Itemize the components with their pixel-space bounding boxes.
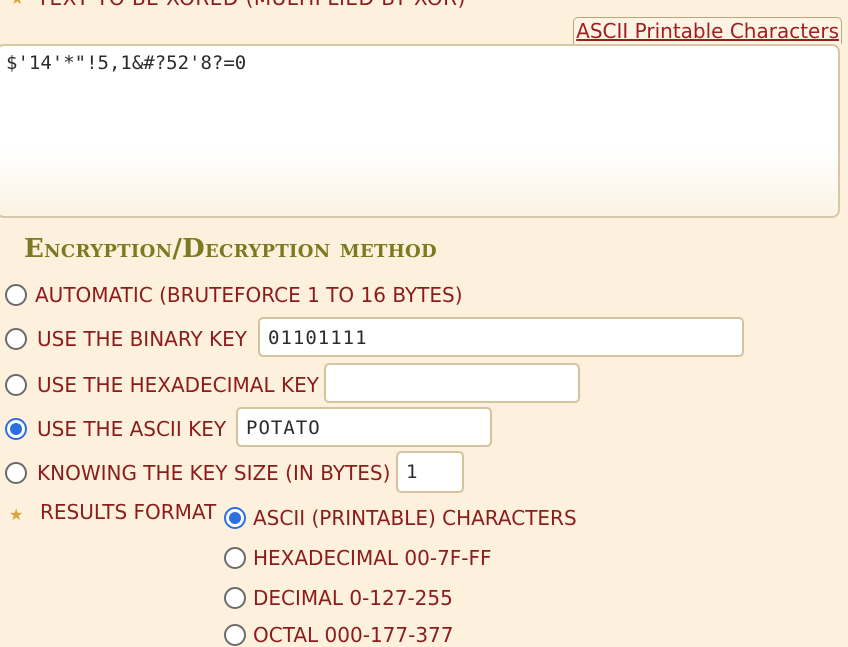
results-option-ascii[interactable]: ASCII (PRINTABLE) CHARACTERS (224, 506, 577, 530)
star-icon: ★ (10, 0, 25, 8)
results-option-hex-label: HEXADECIMAL 00-7F-FF (253, 546, 492, 570)
option-hex-key-label: USE THE HEXADECIMAL KEY (37, 373, 319, 397)
hex-key-input[interactable] (324, 363, 580, 403)
method-section-title: Encryption/Decryption method (24, 234, 437, 264)
xor-text-input[interactable]: $'14'*"!5,1&#?52'8?=0 (0, 44, 840, 218)
option-ascii-key[interactable]: USE THE ASCII KEY (5, 417, 226, 441)
results-option-octal-label: OCTAL 000-177-377 (253, 623, 454, 647)
results-option-decimal-label: DECIMAL 0-127-255 (253, 586, 453, 610)
radio-ascii-key[interactable] (5, 418, 27, 440)
results-format-label: RESULTS FORMAT (40, 500, 217, 524)
radio-binary-key[interactable] (5, 328, 27, 350)
key-size-input[interactable]: 1 (396, 451, 464, 493)
results-option-octal[interactable]: OCTAL 000-177-377 (224, 623, 454, 647)
ascii-printable-link[interactable]: ASCII Printable Characters (573, 17, 842, 44)
input-header-label: TEXT TO BE XORED (MULTIPLIED BY XOR) (37, 0, 466, 10)
radio-results-octal[interactable] (224, 624, 246, 646)
option-automatic-label: AUTOMATIC (BRUTEFORCE 1 TO 16 BYTES) (35, 283, 463, 307)
option-hex-key[interactable]: USE THE HEXADECIMAL KEY (5, 373, 319, 397)
option-key-size[interactable]: KNOWING THE KEY SIZE (IN BYTES) (5, 461, 390, 485)
option-automatic[interactable]: AUTOMATIC (BRUTEFORCE 1 TO 16 BYTES) (5, 283, 463, 307)
results-option-decimal[interactable]: DECIMAL 0-127-255 (224, 586, 453, 610)
radio-automatic[interactable] (5, 284, 27, 306)
option-binary-key[interactable]: USE THE BINARY KEY (5, 327, 247, 351)
radio-key-size[interactable] (5, 462, 27, 484)
radio-results-hex[interactable] (224, 547, 246, 569)
star-icon: ★ (9, 505, 24, 524)
results-option-ascii-label: ASCII (PRINTABLE) CHARACTERS (253, 506, 577, 530)
radio-results-ascii[interactable] (224, 507, 246, 529)
radio-results-decimal[interactable] (224, 587, 246, 609)
results-option-hex[interactable]: HEXADECIMAL 00-7F-FF (224, 546, 492, 570)
option-ascii-key-label: USE THE ASCII KEY (37, 417, 227, 441)
option-binary-key-label: USE THE BINARY KEY (37, 327, 247, 351)
radio-hex-key[interactable] (5, 374, 27, 396)
option-key-size-label: KNOWING THE KEY SIZE (IN BYTES) (37, 461, 391, 485)
ascii-key-input[interactable]: POTATO (236, 407, 492, 447)
input-header: ★ TEXT TO BE XORED (MULTIPLIED BY XOR) (10, 0, 466, 10)
binary-key-input[interactable]: 01101111 (258, 317, 744, 357)
